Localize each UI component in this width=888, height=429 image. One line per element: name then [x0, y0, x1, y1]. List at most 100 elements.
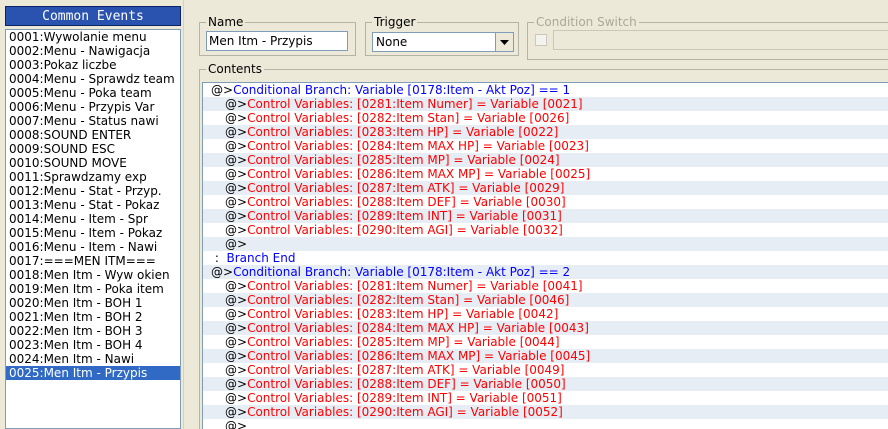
trigger-value: None: [376, 35, 408, 49]
command-prefix: @>: [225, 153, 248, 167]
common-event-item[interactable]: 0003:Pokaz liczbe: [6, 58, 180, 72]
command-prefix: @>: [225, 97, 248, 111]
command-prefix: :: [211, 251, 227, 265]
condition-switch-label: Condition Switch: [534, 15, 639, 29]
command-text: Conditional Branch: Variable [0178:Item …: [233, 265, 571, 279]
event-command-row[interactable]: @>Control Variables: [0285:Item MP] = Va…: [203, 335, 888, 349]
chevron-down-icon: [500, 39, 509, 45]
common-event-item[interactable]: 0013:Menu - Stat - Pokaz: [6, 198, 180, 212]
common-event-item[interactable]: 0008:SOUND ENTER: [6, 128, 180, 142]
command-text: Branch End: [226, 251, 296, 265]
event-command-row[interactable]: @>Control Variables: [0289:Item INT] = V…: [203, 209, 888, 223]
event-command-row[interactable]: @>Conditional Branch: Variable [0178:Ite…: [203, 83, 888, 97]
trigger-dropdown-button[interactable]: [495, 33, 513, 51]
command-text: Control Variables: [0289:Item INT] = Var…: [247, 391, 562, 405]
event-command-row[interactable]: : Branch End: [203, 251, 888, 265]
event-command-row[interactable]: @>Control Variables: [0288:Item DEF] = V…: [203, 195, 888, 209]
event-command-row[interactable]: @>Control Variables: [0284:Item MAX HP] …: [203, 321, 888, 335]
event-command-row[interactable]: @>Conditional Branch: Variable [0178:Ite…: [203, 265, 888, 279]
command-prefix: @>: [225, 223, 248, 237]
event-command-row[interactable]: @>Control Variables: [0282:Item Stan] = …: [203, 111, 888, 125]
command-prefix: @>: [225, 377, 248, 391]
common-event-item[interactable]: 0004:Menu - Sprawdz team: [6, 72, 180, 86]
command-prefix: @>: [225, 279, 248, 293]
name-input[interactable]: Men Itm - Przypis: [206, 31, 348, 51]
event-command-row[interactable]: @>Control Variables: [0290:Item AGI] = V…: [203, 405, 888, 419]
command-text: Control Variables: [0281:Item Numer] = V…: [247, 279, 583, 293]
command-prefix: @>: [225, 209, 248, 223]
event-command-row[interactable]: @>Control Variables: [0290:Item AGI] = V…: [203, 223, 888, 237]
contents-label: Contents: [206, 62, 264, 76]
command-text: Control Variables: [0290:Item AGI] = Var…: [247, 405, 563, 419]
common-event-item[interactable]: 0025:Men Itm - Przypis: [6, 366, 180, 380]
event-command-row[interactable]: @>Control Variables: [0281:Item Numer] =…: [203, 279, 888, 293]
event-command-row[interactable]: @>Control Variables: [0288:Item DEF] = V…: [203, 377, 888, 391]
common-event-item[interactable]: 0020:Men Itm - BOH 1: [6, 296, 180, 310]
command-text: Control Variables: [0284:Item MAX HP] = …: [247, 321, 589, 335]
command-prefix: @>: [225, 349, 248, 363]
common-event-item[interactable]: 0010:SOUND MOVE: [6, 156, 180, 170]
command-prefix: @>: [225, 293, 248, 307]
command-prefix: @>: [225, 181, 248, 195]
common-event-item[interactable]: 0001:Wywolanie menu: [6, 30, 180, 44]
common-event-item[interactable]: 0011:Sprawdzamy exp: [6, 170, 180, 184]
common-events-panel: Common Events 0001:Wywolanie menu 0002:Me…: [0, 0, 188, 429]
trigger-select[interactable]: None: [372, 32, 514, 52]
command-prefix: @>: [225, 125, 248, 139]
name-group: Name Men Itm - Przypis: [199, 15, 356, 56]
common-event-item[interactable]: 0018:Men Itm - Wyw okien: [6, 268, 180, 282]
command-text: Control Variables: [0282:Item Stan] = Va…: [247, 293, 570, 307]
command-text: Control Variables: [0286:Item MAX MP] = …: [247, 349, 591, 363]
common-event-item[interactable]: 0023:Men Itm - BOH 4: [6, 338, 180, 352]
condition-switch-group: Condition Switch: [527, 15, 888, 60]
common-events-header: Common Events: [5, 6, 181, 26]
command-text: Control Variables: [0282:Item Stan] = Va…: [247, 111, 570, 125]
common-event-item[interactable]: 0002:Menu - Nawigacja: [6, 44, 180, 58]
command-text: Control Variables: [0288:Item DEF] = Var…: [247, 195, 566, 209]
event-command-row[interactable]: @>Control Variables: [0287:Item ATK] = V…: [203, 181, 888, 195]
event-command-row[interactable]: @>Control Variables: [0283:Item HP] = Va…: [203, 307, 888, 321]
event-command-row[interactable]: @>: [203, 237, 888, 251]
event-commands-list[interactable]: @>Conditional Branch: Variable [0178:Ite…: [202, 82, 888, 429]
event-command-row[interactable]: @>Control Variables: [0281:Item Numer] =…: [203, 97, 888, 111]
common-event-item[interactable]: 0022:Men Itm - BOH 3: [6, 324, 180, 338]
event-command-row[interactable]: @>Control Variables: [0285:Item MP] = Va…: [203, 153, 888, 167]
command-text: Control Variables: [0288:Item DEF] = Var…: [247, 377, 566, 391]
common-event-item[interactable]: 0016:Menu - Item - Nawi: [6, 240, 180, 254]
command-prefix: @>: [225, 391, 248, 405]
command-prefix: @>: [225, 139, 248, 153]
common-event-item[interactable]: 0021:Men Itm - BOH 2: [6, 310, 180, 324]
common-event-item[interactable]: 0005:Menu - Poka team: [6, 86, 180, 100]
common-event-item[interactable]: 0012:Menu - Stat - Przyp.: [6, 184, 180, 198]
command-text: Control Variables: [0285:Item MP] = Vari…: [247, 335, 560, 349]
common-event-item[interactable]: 0024:Men Itm - Nawi: [6, 352, 180, 366]
common-event-item[interactable]: 0015:Menu - Item - Pokaz: [6, 226, 180, 240]
command-prefix: @>: [225, 167, 248, 181]
command-prefix: @>: [225, 335, 248, 349]
common-event-item[interactable]: 0007:Menu - Status nawi: [6, 114, 180, 128]
condition-switch-field[interactable]: [553, 30, 888, 50]
event-command-row[interactable]: @>Control Variables: [0286:Item MAX MP] …: [203, 349, 888, 363]
command-prefix: @>: [225, 237, 248, 251]
event-command-row[interactable]: @>Control Variables: [0283:Item HP] = Va…: [203, 125, 888, 139]
common-event-item[interactable]: 0019:Men Itm - Poka item: [6, 282, 180, 296]
common-event-item[interactable]: 0006:Menu - Przypis Var: [6, 100, 180, 114]
common-event-item[interactable]: 0017:===MEN ITM===: [6, 254, 180, 268]
command-text: Control Variables: [0287:Item ATK] = Var…: [247, 181, 565, 195]
event-command-row[interactable]: @>Control Variables: [0287:Item ATK] = V…: [203, 363, 888, 377]
event-command-row[interactable]: @>Control Variables: [0286:Item MAX MP] …: [203, 167, 888, 181]
condition-switch-checkbox[interactable]: [535, 34, 547, 46]
event-command-row[interactable]: @>Control Variables: [0284:Item MAX HP] …: [203, 139, 888, 153]
command-text: Control Variables: [0285:Item MP] = Vari…: [247, 153, 560, 167]
event-command-row[interactable]: @>Control Variables: [0289:Item INT] = V…: [203, 391, 888, 405]
command-prefix: @>: [225, 307, 248, 321]
event-command-row[interactable]: @>Control Variables: [0282:Item Stan] = …: [203, 293, 888, 307]
event-command-row[interactable]: @>: [203, 419, 888, 429]
trigger-label: Trigger: [372, 15, 418, 29]
common-event-item[interactable]: 0014:Menu - Item - Spr: [6, 212, 180, 226]
command-prefix: @>: [225, 321, 248, 335]
common-event-item[interactable]: 0009:SOUND ESC: [6, 142, 180, 156]
common-events-list[interactable]: 0001:Wywolanie menu 0002:Menu - Nawigacja…: [5, 29, 181, 429]
command-prefix: @>: [211, 83, 234, 97]
command-prefix: @>: [225, 405, 248, 419]
